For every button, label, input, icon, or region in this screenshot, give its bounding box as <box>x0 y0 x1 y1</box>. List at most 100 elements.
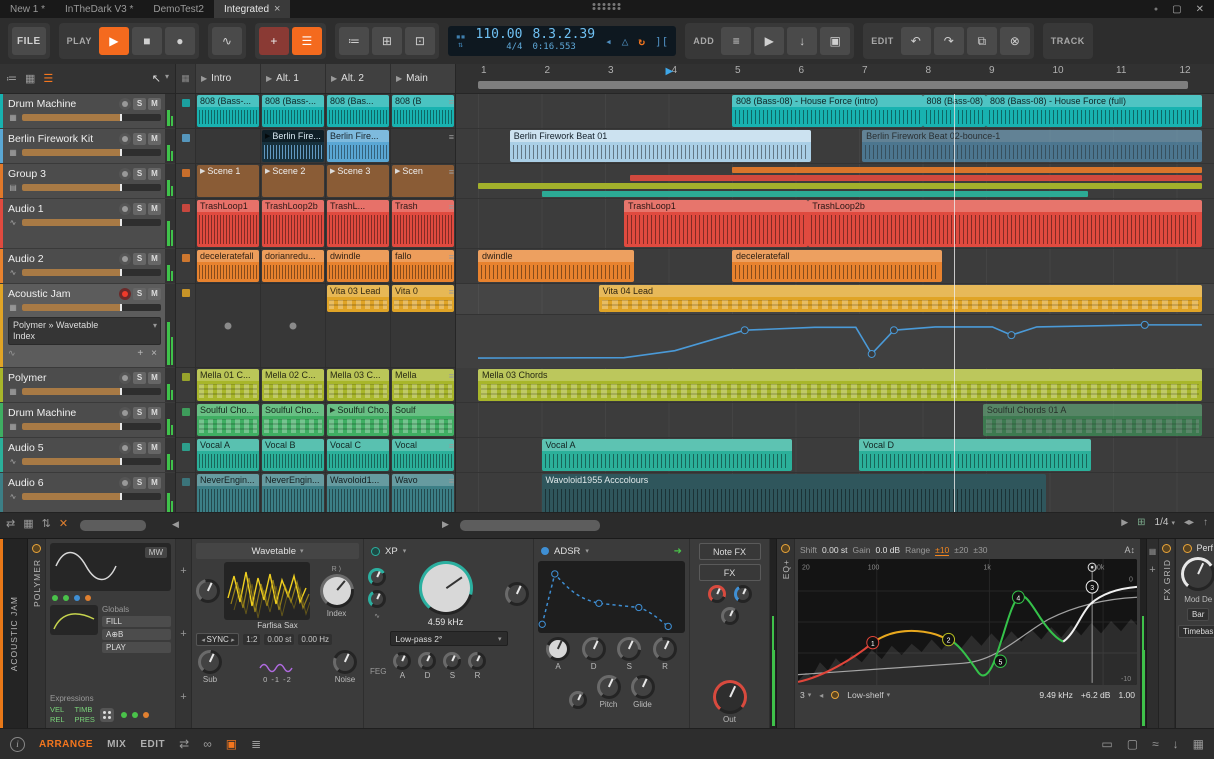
solo-button[interactable]: S <box>133 287 146 300</box>
clip-slot[interactable]: ▶ Scen <box>391 164 455 198</box>
follow-playhead-toggle[interactable]: ▣ <box>226 737 237 751</box>
clip-slot[interactable]: NeverEngin... <box>261 473 326 512</box>
launcher-clip[interactable]: ▶ Scen <box>392 165 454 197</box>
output-volume-knob[interactable] <box>712 680 747 714</box>
launcher-clip[interactable]: TrashLoop2b <box>262 200 324 247</box>
polymer-power-button[interactable] <box>32 544 41 553</box>
record-arm-button[interactable] <box>119 202 131 215</box>
snap-mode-icon[interactable]: ◂▸ <box>1184 517 1194 528</box>
record-arm-button[interactable] <box>119 371 131 384</box>
wavetable-name[interactable]: Farfisa Sax <box>196 621 359 630</box>
arranger-clip[interactable]: Mella 03 Chords <box>478 369 1202 401</box>
delete-button[interactable]: ⊗ <box>999 27 1030 55</box>
eq-band-freq-value[interactable]: 9.49 kHz <box>1039 690 1073 700</box>
automation-point[interactable] <box>1140 320 1149 329</box>
filter-mode-select[interactable]: Low-pass 2° ▾ <box>389 631 508 646</box>
mute-button[interactable]: M <box>148 132 161 145</box>
dice-randomize-button[interactable] <box>99 707 114 722</box>
mute-button[interactable]: M <box>148 97 161 110</box>
device-power-button[interactable] <box>1183 543 1193 553</box>
clip-slot[interactable]: TrashL... <box>326 199 391 248</box>
scroll-right-icon[interactable]: ▶ <box>1121 517 1128 528</box>
arranger-clip[interactable]: Vita 04 Lead <box>598 285 1202 312</box>
focus-panel-button[interactable]: ⊡ <box>404 27 435 55</box>
add-modulator-button[interactable]: + <box>180 628 186 640</box>
clip-slot[interactable]: Vita 03 Lead <box>326 284 391 367</box>
info-icon[interactable]: i <box>10 736 25 752</box>
sync-button[interactable]: ◂ SYNC ▸ <box>196 633 240 646</box>
env-sustain-knob[interactable] <box>617 637 642 661</box>
launcher-clip[interactable]: Vocal <box>392 439 454 471</box>
launcher-clip[interactable]: 808 (Bas... <box>327 95 389 127</box>
device-parameter-selector[interactable]: Polymer » Wavetable Index ▾ <box>8 317 161 345</box>
filter-keytrack-knob[interactable] <box>368 590 386 608</box>
clip-stop-button[interactable] <box>176 249 196 283</box>
feg-decay-knob[interactable] <box>418 652 437 670</box>
launcher-clip[interactable]: dwindle <box>327 250 389 282</box>
arranger-clip[interactable]: TrashLoop1 <box>624 200 809 247</box>
clip-slot[interactable]: deceleratefall <box>196 249 261 283</box>
mute-button[interactable]: M <box>148 167 161 180</box>
tab-new-1[interactable]: New 1 * <box>0 0 55 18</box>
curve-knob[interactable] <box>568 691 587 709</box>
expand-panel-button[interactable]: ⊞ <box>371 27 402 55</box>
timb-expression-button[interactable]: TIMB <box>74 705 94 714</box>
scene-play-icon[interactable]: ▶ <box>201 74 207 83</box>
scroll-right-icon[interactable]: ▶ <box>442 519 449 530</box>
add-audio-track-button[interactable]: ▶ <box>754 27 785 55</box>
eq-band-select[interactable]: 3 ▾ <box>800 690 811 700</box>
dual-display-icon[interactable]: ⇄ <box>179 737 189 751</box>
eq-spectrum-display[interactable]: 20 100 1k 10k 0 -10 1 2 5 4 3 <box>798 559 1137 685</box>
launcher-clip[interactable]: ▶ Scene 2 <box>262 165 324 197</box>
eq-range-10-button[interactable]: ±10 <box>935 545 950 556</box>
record-arm-button[interactable] <box>119 406 131 419</box>
tab-demotest2[interactable]: DemoTest2 <box>143 0 214 18</box>
cutoff-value[interactable]: 4.59 kHz <box>428 617 464 627</box>
track-header-audio-6-9[interactable]: Audio 6 S M ∿ <box>0 473 175 512</box>
sub-knob[interactable] <box>198 650 222 674</box>
notification-dot-icon[interactable]: ● <box>1154 6 1158 13</box>
track-header-drum-machine-7[interactable]: Drum Machine S M ▦ <box>0 403 175 438</box>
arranger-scrollbar[interactable] <box>460 520 600 531</box>
eq-shift-value[interactable]: 0.00 st <box>822 545 848 555</box>
mute-button[interactable]: M <box>148 476 161 489</box>
feg-sustain-knob[interactable] <box>443 652 462 670</box>
eq-band-gain-value[interactable]: +6.2 dB <box>1081 690 1111 700</box>
automation-write-button[interactable]: ∿ <box>211 27 242 55</box>
add-device-button[interactable]: + <box>1149 564 1155 576</box>
polymer-header-strip[interactable]: POLYMER <box>28 539 46 728</box>
clip-stop-button[interactable] <box>176 368 196 402</box>
mute-button[interactable]: M <box>148 202 161 215</box>
volume-fader[interactable] <box>22 269 161 276</box>
clip-slot[interactable]: dwindle <box>326 249 391 283</box>
clip-slot[interactable]: 808 (B <box>391 94 455 128</box>
clip-slot[interactable]: Vocal <box>391 438 455 472</box>
automation-point[interactable] <box>867 349 876 358</box>
track-header-group-3-2[interactable]: Group 3 S M ▤ <box>0 164 175 199</box>
arranger-clip[interactable]: deceleratefall <box>732 250 942 282</box>
eq-header-strip[interactable]: EQ+ <box>777 539 795 728</box>
noise-knob[interactable] <box>333 650 357 674</box>
close-panel-icon[interactable]: ✕ <box>59 517 68 530</box>
fx-tab[interactable]: FX <box>698 564 761 581</box>
clip-slot[interactable]: Soulful Cho... <box>196 403 261 437</box>
clip-stop-button[interactable] <box>176 403 196 437</box>
edit-layout-button[interactable]: EDIT <box>140 739 165 750</box>
solo-button[interactable]: S <box>133 252 146 265</box>
solo-button[interactable]: S <box>133 132 146 145</box>
scene-header-alt-1[interactable]: ▶ Alt. 1 <box>261 64 326 93</box>
clip-slot[interactable]: Mella 03 C... <box>326 368 391 402</box>
eq-gain-value[interactable]: 0.0 dB <box>876 545 901 555</box>
scene-header-main[interactable]: ▶ Main <box>391 64 455 93</box>
scene-header-alt-2[interactable]: ▶ Alt. 2 <box>326 64 391 93</box>
envelope-mini-display[interactable] <box>50 605 98 635</box>
launcher-clip[interactable]: Mella <box>392 369 454 401</box>
launcher-clip[interactable]: Vita 0 <box>392 285 454 312</box>
add-mapping-button[interactable]: + <box>137 348 143 359</box>
clip-slot[interactable]: TrashLoop1 <box>196 199 261 248</box>
launcher-clip[interactable]: ▶ Scene 3 <box>327 165 389 197</box>
clip-slot[interactable]: NeverEngin... <box>196 473 261 512</box>
clip-slot[interactable]: Vocal B <box>261 438 326 472</box>
volume-fader[interactable] <box>22 423 161 430</box>
launcher-clip[interactable]: Trash <box>392 200 454 247</box>
